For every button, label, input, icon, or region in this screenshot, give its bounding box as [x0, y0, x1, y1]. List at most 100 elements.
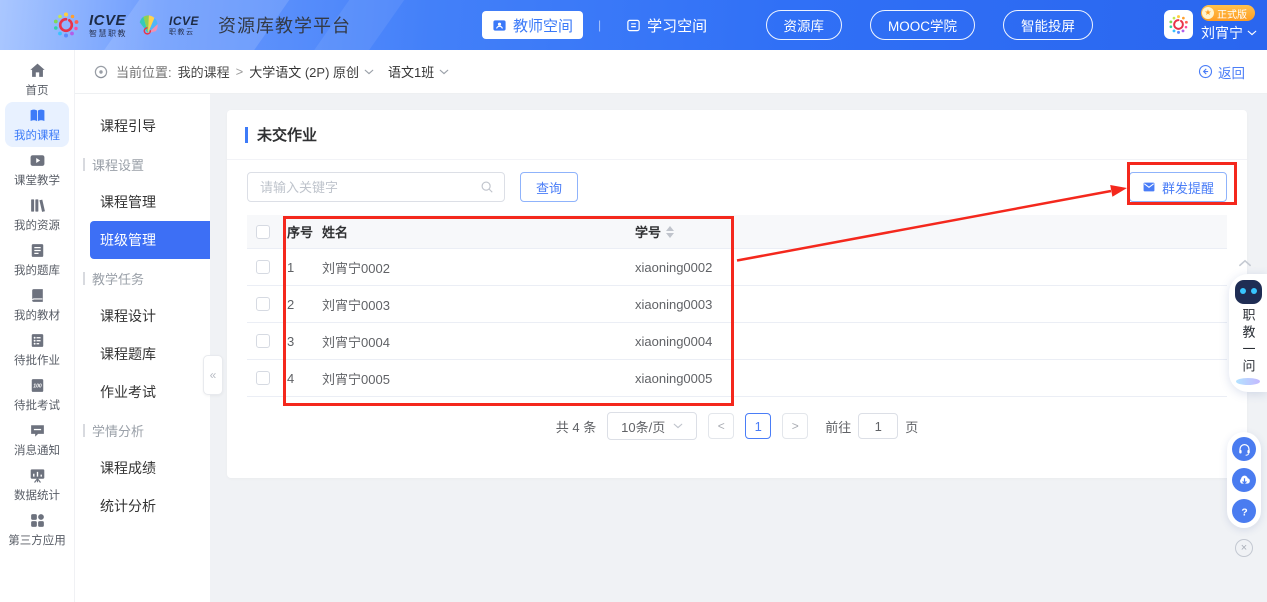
space-tab-label: 学习空间 — [647, 15, 707, 36]
pagination: 共 4 条 10条/页 < 1 > 前往 页 — [227, 412, 1247, 440]
user-info: ★ 正式版 刘宵宁 — [1201, 5, 1257, 43]
card-title-row: 未交作业 — [227, 110, 1247, 160]
student-table: 序号 姓名 学号 1 刘宵宁0002 xiaoning0002 2 — [247, 215, 1227, 397]
scroll-top-chevron-icon[interactable] — [1238, 259, 1252, 267]
menu-entry[interactable]: 统计分析 — [75, 487, 210, 525]
tab-student-space[interactable]: 学习空间 — [616, 11, 717, 39]
logo-title: ICVE — [169, 15, 199, 27]
select-checkbox[interactable] — [256, 334, 270, 348]
apps-icon — [29, 512, 46, 529]
classroom-icon — [29, 152, 46, 169]
cell-index: 4 — [287, 371, 322, 386]
back-button[interactable]: 返回 — [1198, 62, 1245, 82]
rail-item[interactable]: 待批作业 — [5, 327, 69, 372]
main-content: 未交作业 查询 群发提醒 序号 姓名 学号 — [210, 94, 1267, 602]
class-selector[interactable]: 语文1班 — [388, 62, 449, 81]
page-number-1[interactable]: 1 — [745, 413, 771, 439]
menu-entry-label: 学情分析 — [92, 421, 144, 440]
rail-item[interactable]: 我的资源 — [5, 192, 69, 237]
header-action-button[interactable]: 智能投屏 — [1003, 10, 1093, 40]
rail-item[interactable]: 消息通知 — [5, 417, 69, 462]
menu-entry[interactable]: 课程题库 — [75, 335, 210, 373]
title-accent-bar — [245, 127, 248, 143]
close-float-button[interactable]: × — [1235, 539, 1253, 557]
select-all-checkbox[interactable] — [256, 225, 270, 239]
service-icon — [1237, 442, 1252, 457]
rail-item[interactable]: 首页 — [5, 57, 69, 102]
page-title: 未交作业 — [257, 124, 317, 145]
sort-icon[interactable] — [666, 226, 674, 238]
rail-item-label: 待批考试 — [14, 397, 60, 413]
stats-icon — [29, 467, 46, 484]
icve-logo-icon — [52, 11, 80, 39]
prev-page-button[interactable]: < — [708, 413, 734, 439]
column-header-student-id: 学号 — [635, 222, 661, 241]
search-box — [247, 172, 505, 202]
exam-icon: 100 — [29, 377, 46, 394]
header-actions: 资源库 MOOC学院智能投屏 — [766, 10, 1094, 40]
cell-index: 2 — [287, 297, 322, 312]
rail-item[interactable]: 我的教材 — [5, 282, 69, 327]
float-tool-button[interactable] — [1232, 468, 1256, 492]
cell-student-id: xiaoning0004 — [635, 334, 1227, 349]
zjy-logo-icon — [136, 13, 160, 37]
select-checkbox[interactable] — [256, 260, 270, 274]
rail-item-label: 消息通知 — [14, 442, 60, 458]
select-checkbox[interactable] — [256, 297, 270, 311]
header-action-button[interactable]: MOOC学院 — [870, 10, 975, 40]
menu-entry[interactable]: 班级管理 — [90, 221, 210, 259]
menu-entry[interactable]: 作业考试 — [75, 373, 210, 411]
rail-item[interactable]: 第三方应用 — [5, 507, 69, 552]
query-button[interactable]: 查询 — [520, 172, 578, 202]
cell-name: 刘宵宁0002 — [322, 258, 635, 277]
menu-entry[interactable]: 课程设计 — [75, 297, 210, 335]
teacher-space-icon — [492, 18, 507, 33]
message-icon — [29, 422, 46, 439]
goto-page: 前往 页 — [825, 413, 918, 439]
pagination-total: 共 4 条 — [556, 417, 596, 436]
search-icon[interactable] — [480, 180, 494, 194]
rail-item-label: 我的题库 — [14, 262, 60, 278]
user-menu[interactable]: 刘宵宁 — [1201, 23, 1257, 43]
avatar[interactable] — [1164, 10, 1193, 39]
course-menu: 课程引导 课程设置 课程管理 班级管理 教学任务 课程设计 课程题库 作业考试 … — [75, 94, 210, 602]
menu-entry-label: 课程成绩 — [100, 458, 156, 478]
rail-item[interactable]: 课堂教学 — [5, 147, 69, 192]
column-header-index: 序号 — [287, 222, 322, 241]
goto-page-input[interactable] — [858, 413, 898, 439]
rail-item[interactable]: 我的题库 — [5, 237, 69, 282]
select-checkbox[interactable] — [256, 371, 270, 385]
rail-item[interactable]: 数据统计 — [5, 462, 69, 507]
next-page-button[interactable]: > — [782, 413, 808, 439]
float-tool-button[interactable] — [1232, 437, 1256, 461]
home-icon — [29, 62, 46, 79]
menu-entry[interactable]: 课程引导 — [75, 107, 210, 145]
rail-item-label: 数据统计 — [14, 487, 60, 503]
tab-teacher-space[interactable]: 教师空间 — [482, 11, 583, 39]
logo-subtitle: 职教云 — [169, 29, 199, 36]
page-size-select[interactable]: 10条/页 — [607, 412, 697, 440]
assistant-tab[interactable]: 职教一问 — [1229, 274, 1267, 392]
float-tool-button[interactable]: ? — [1232, 499, 1256, 523]
rail-item[interactable]: 100 待批考试 — [5, 372, 69, 417]
menu-entry[interactable]: 课程成绩 — [75, 449, 210, 487]
menu-entry-label: 班级管理 — [100, 230, 156, 250]
back-icon — [1198, 64, 1213, 79]
menu-collapse-button[interactable]: « — [203, 355, 223, 395]
version-badge-label: 正式版 — [1217, 6, 1247, 21]
back-label: 返回 — [1218, 62, 1245, 82]
mass-notify-button[interactable]: 群发提醒 — [1129, 172, 1227, 202]
menu-entry: 教学任务 — [75, 259, 210, 297]
app-header: ICVE 智慧职教 ICVE 职教云 资源库教学平台 教师空间 | 学习空间 资… — [0, 0, 1267, 50]
goto-label: 前往 — [825, 417, 851, 436]
help-icon: ? — [1237, 504, 1252, 519]
chevron-down-icon — [364, 69, 374, 75]
svg-text:?: ? — [1241, 507, 1247, 518]
menu-entry[interactable]: 课程管理 — [75, 183, 210, 221]
rail-item[interactable]: 我的课程 — [5, 102, 69, 147]
mass-notify-label: 群发提醒 — [1162, 178, 1214, 197]
search-input[interactable] — [258, 179, 480, 196]
cell-index: 3 — [287, 334, 322, 349]
header-action-button[interactable]: 资源库 — [766, 10, 843, 40]
menu-entry-label: 课程管理 — [100, 192, 156, 212]
